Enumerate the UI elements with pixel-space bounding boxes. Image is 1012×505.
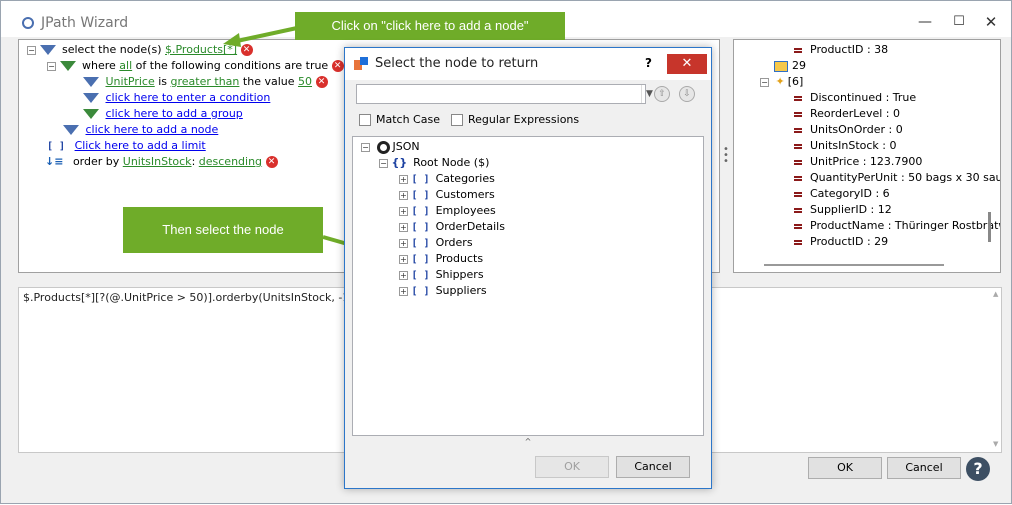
tree-node-orders[interactable]: + [ ] Orders (399, 235, 473, 251)
dialog-app-icon (354, 57, 368, 70)
tree-node-orderdetails[interactable]: + [ ] OrderDetails (399, 219, 505, 235)
node-tree: − JSON − {} Root Node ($) + [ ] Categories… (352, 136, 704, 436)
object-icon: {} (391, 156, 408, 169)
expand-toggle[interactable]: + (399, 270, 408, 280)
checkbox-icon (359, 114, 371, 126)
tree-node-customers[interactable]: + [ ] Customers (399, 187, 495, 203)
regex-checkbox[interactable]: Regular Expressions (451, 113, 579, 126)
dialog-title: Select the node to return (375, 56, 539, 71)
array-icon: [ ] (411, 286, 430, 297)
search-combobox[interactable]: ▼ (356, 84, 653, 104)
expand-toggle[interactable]: + (399, 254, 408, 264)
tree-node-categories[interactable]: + [ ] Categories (399, 171, 495, 187)
array-icon: [ ] (411, 222, 430, 233)
arrow-head (223, 33, 241, 47)
dialog-close-button[interactable]: ✕ (667, 54, 707, 74)
scroll-up-icon[interactable]: ^ (352, 437, 704, 447)
tree-node-json[interactable]: − JSON (361, 139, 420, 155)
expand-toggle[interactable]: + (399, 206, 408, 216)
dialog-cancel-button[interactable]: Cancel (616, 456, 690, 478)
expand-toggle[interactable]: + (399, 238, 408, 248)
tree-node-employees[interactable]: + [ ] Employees (399, 203, 496, 219)
expand-toggle[interactable]: + (399, 174, 408, 184)
tree-node-root[interactable]: − {} Root Node ($) (379, 155, 489, 171)
dialog-help-button[interactable]: ? (645, 56, 652, 70)
tree-node-suppliers[interactable]: + [ ] Suppliers (399, 283, 487, 299)
expand-toggle[interactable]: + (399, 190, 408, 200)
main-window: JPath Wizard — ☐ ✕ − select the node(s) … (0, 0, 1012, 504)
array-icon: [ ] (411, 270, 430, 281)
expand-toggle[interactable]: + (399, 222, 408, 232)
select-node-dialog: Select the node to return ? ✕ ▼ ⇧ ⇩ Matc… (344, 47, 712, 489)
expand-toggle[interactable]: + (399, 286, 408, 296)
next-match-button[interactable]: ⇩ (679, 86, 695, 102)
tree-node-products[interactable]: + [ ] Products (399, 251, 483, 267)
previous-match-button[interactable]: ⇧ (654, 86, 670, 102)
dialog-ok-button[interactable]: OK (535, 456, 609, 478)
tree-node-shippers[interactable]: + [ ] Shippers (399, 267, 484, 283)
arrow-line (236, 26, 298, 43)
array-icon: [ ] (411, 174, 430, 185)
dialog-title-bar: Select the node to return ? ✕ (345, 48, 711, 80)
collapse-toggle[interactable]: − (361, 142, 370, 152)
match-case-checkbox[interactable]: Match Case (359, 113, 440, 126)
json-icon (376, 140, 390, 154)
array-icon: [ ] (411, 190, 430, 201)
checkbox-icon (451, 114, 463, 126)
array-icon: [ ] (411, 238, 430, 249)
collapse-toggle[interactable]: − (379, 158, 388, 168)
array-icon: [ ] (411, 206, 430, 217)
array-icon: [ ] (411, 254, 430, 265)
